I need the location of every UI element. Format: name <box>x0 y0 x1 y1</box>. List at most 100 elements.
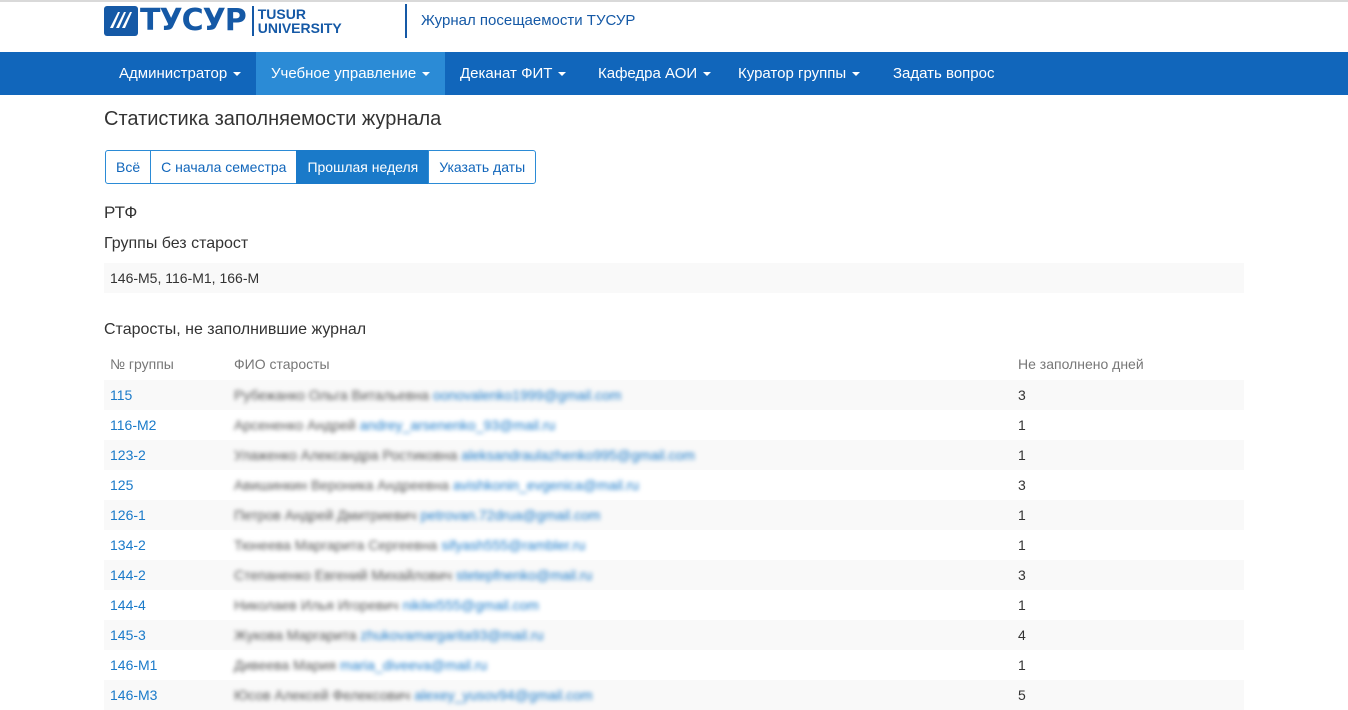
table-row: 126-1 Петров Андрей Дмитриевич petrovan.72… <box>104 500 1244 530</box>
table-row: 123-2 Улаженко Александра Ростиковна aleks… <box>104 440 1244 470</box>
header-divider <box>405 4 407 38</box>
group-link[interactable]: 145-3 <box>110 627 146 643</box>
group-link[interactable]: 144-4 <box>110 597 146 613</box>
head-info: Тюнеева Маргарита Сергеевна sifyash555@ra… <box>234 537 585 553</box>
filter-semester-button[interactable]: С начала семестра <box>150 150 298 184</box>
nav-administrator[interactable]: Администратор <box>104 52 256 95</box>
head-info: Дивеева Мария maria_diveeva@mail.ru <box>234 657 487 673</box>
caret-down-icon <box>422 72 431 77</box>
logo-text: ТУСУР <box>140 3 247 38</box>
unfilled-days: 1 <box>1018 447 1026 463</box>
head-info: Жукова Маргарита zhukovamargarita93@mail.… <box>234 627 544 643</box>
table-row: 144-2 Степаненко Евгений Михайлович stetep… <box>104 560 1244 590</box>
table-body: 115 Рубежанко Ольга Витальевна oonovalenko… <box>104 380 1244 710</box>
head-info: Рубежанко Ольга Витальевна oonovalenko199… <box>234 387 621 403</box>
filter-dates-button[interactable]: Указать даты <box>428 150 537 184</box>
head-email-link[interactable]: aleksandraulazhenko995@gmail.com <box>461 447 695 463</box>
groups-without-heads-list: 146-М5, 116-М1, 166-М <box>110 270 260 286</box>
nav-academic-office[interactable]: Учебное управление <box>256 52 446 95</box>
group-link[interactable]: 146-М3 <box>110 687 157 703</box>
head-email-link[interactable]: avishkonin_evgenica@mail.ru <box>453 477 639 493</box>
nav-dean-office[interactable]: Деканат ФИТ <box>445 52 581 95</box>
nav-label: Куратор группы <box>738 65 847 82</box>
table-row: 145-3 Жукова Маргарита zhukovamargarita93@… <box>104 620 1244 650</box>
group-link[interactable]: 115 <box>110 387 132 403</box>
unfilled-days: 1 <box>1018 417 1026 433</box>
group-link[interactable]: 126-1 <box>110 507 146 523</box>
table-row: 115 Рубежанко Ольга Витальевна oonovalenko… <box>104 380 1244 410</box>
head-email-link[interactable]: zhukovamargarita93@mail.ru <box>360 627 543 643</box>
group-link[interactable]: 125 <box>110 477 133 493</box>
table-row: 116-М2 Арсененко Андрей andrey_arsenenko_9… <box>104 410 1244 440</box>
filter-all-button[interactable]: Всё <box>105 150 152 184</box>
head-info: Петров Андрей Дмитриевич petrovan.72drua@… <box>234 507 600 523</box>
head-fio: Степаненко Евгений Михайлович <box>234 567 452 583</box>
unfilled-days: 1 <box>1018 537 1026 553</box>
table-row: 125 Авишинкин Вероника Андреевна avishkoni… <box>104 470 1244 500</box>
table-row: 144-4 Николаев Илья Игоревич nikilei555@gm… <box>104 590 1244 620</box>
table-header: № группы ФИО старосты Не заполнено дней <box>104 348 1244 380</box>
nav-label: Учебное управление <box>271 65 417 82</box>
table-row: 134-2 Тюнеева Маргарита Сергеевна sifyash5… <box>104 530 1244 560</box>
nav-group-curator[interactable]: Куратор группы <box>723 52 875 95</box>
nav-label: Задать вопрос <box>893 65 995 82</box>
nav-label: Деканат ФИТ <box>460 65 553 82</box>
head-email-link[interactable]: nikilei555@gmail.com <box>403 597 539 613</box>
caret-down-icon <box>233 72 242 77</box>
unfilled-days: 3 <box>1018 567 1026 583</box>
nav-label: Администратор <box>119 65 228 82</box>
head-fio: Жукова Маргарита <box>234 627 357 643</box>
nav-ask-question[interactable]: Задать вопрос <box>878 52 1009 95</box>
group-link[interactable]: 116-М2 <box>110 417 156 433</box>
table-row: 146-М3 Юсов Алексей Фелексович alexey_yuso… <box>104 680 1244 710</box>
head-info: Юсов Алексей Фелексович alexey_yusov94@gm… <box>234 687 593 703</box>
logo-english-line1: TUSUR <box>257 6 306 22</box>
heads-not-filled-title: Старосты, не заполнившие журнал <box>104 321 367 338</box>
head-email-link[interactable]: petrovan.72drua@gmail.com <box>421 507 601 523</box>
head-email-link[interactable]: sifyash555@rambler.ru <box>441 537 585 553</box>
groups-without-heads-box: 146-М5, 116-М1, 166-М <box>104 263 1244 293</box>
head-email-link[interactable]: maria_diveeva@mail.ru <box>340 657 487 673</box>
page-title: Статистика заполняемости журнала <box>104 108 442 130</box>
site-title[interactable]: Журнал посещаемости ТУСУР <box>421 12 635 29</box>
site-header: ТУСУР TUSUR UNIVERSITY Журнал посещаемос… <box>0 2 1348 52</box>
head-info: Улаженко Александра Ростиковна aleksandra… <box>234 447 695 463</box>
head-fio: Николаев Илья Игоревич <box>234 597 399 613</box>
filter-last-week-button[interactable]: Прошлая неделя <box>296 150 430 184</box>
unfilled-days: 1 <box>1018 657 1026 673</box>
heads-table: № группы ФИО старосты Не заполнено дней … <box>104 348 1244 710</box>
group-link[interactable]: 134-2 <box>110 537 146 553</box>
period-filter-group: Всё С начала семестра Прошлая неделя Ука… <box>105 150 537 184</box>
caret-down-icon <box>558 72 567 77</box>
group-link[interactable]: 146-М1 <box>110 657 157 673</box>
unfilled-days: 1 <box>1018 597 1026 613</box>
unfilled-days: 4 <box>1018 627 1026 643</box>
logo-emblem-icon <box>104 6 138 36</box>
caret-down-icon <box>703 72 712 77</box>
head-info: Степаненко Евгений Михайлович stetepfnenk… <box>234 567 592 583</box>
university-logo[interactable]: ТУСУР TUSUR UNIVERSITY <box>104 6 342 36</box>
head-email-link[interactable]: oonovalenko1999@gmail.com <box>433 387 622 403</box>
head-email-link[interactable]: stetepfnenko@mail.ru <box>456 567 592 583</box>
head-fio: Улаженко Александра Ростиковна <box>234 447 458 463</box>
nav-department[interactable]: Кафедра АОИ <box>583 52 726 95</box>
head-email-link[interactable]: andrey_arsenenko_93@mail.ru <box>360 417 556 433</box>
unfilled-days: 5 <box>1018 687 1026 703</box>
group-link[interactable]: 123-2 <box>110 447 146 463</box>
logo-english: TUSUR UNIVERSITY <box>258 7 342 35</box>
head-fio: Арсененко Андрей <box>234 417 356 433</box>
column-header-fio: ФИО старосты <box>234 356 330 372</box>
column-header-days: Не заполнено дней <box>1018 356 1144 372</box>
head-email-link[interactable]: alexey_yusov94@gmail.com <box>414 687 592 703</box>
nav-label: Кафедра АОИ <box>598 65 698 82</box>
head-info: Авишинкин Вероника Андреевна avishkonin_e… <box>234 477 639 493</box>
caret-down-icon <box>852 72 861 77</box>
head-fio: Дивеева Мария <box>234 657 336 673</box>
group-link[interactable]: 144-2 <box>110 567 146 583</box>
head-fio: Юсов Алексей Фелексович <box>234 687 411 703</box>
head-fio: Авишинкин Вероника Андреевна <box>234 477 449 493</box>
head-fio: Петров Андрей Дмитриевич <box>234 507 417 523</box>
head-fio: Рубежанко Ольга Витальевна <box>234 387 429 403</box>
faculty-title: РТФ <box>104 203 138 222</box>
table-row: 146-М1 Дивеева Мария maria_diveeva@mail.ru… <box>104 650 1244 680</box>
